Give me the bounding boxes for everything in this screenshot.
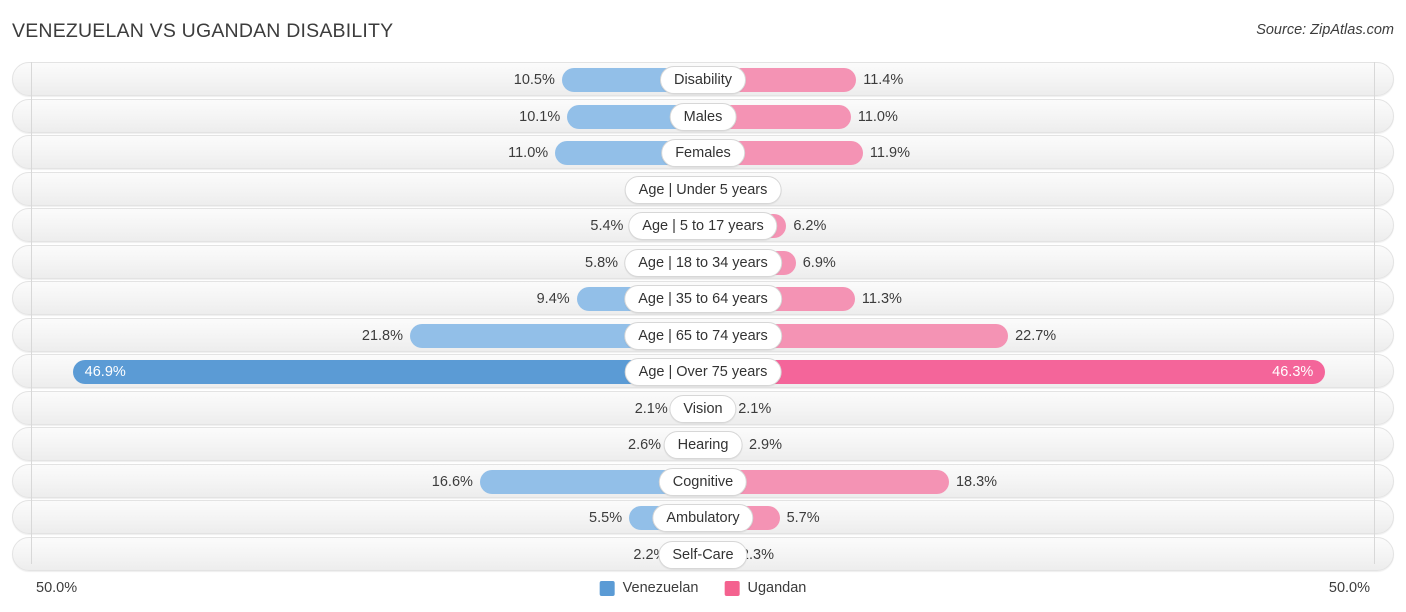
chart-row: 2.2% 2.3% Self-Care (12, 536, 1394, 571)
chart-row: 10.1% 11.0% Males (12, 98, 1394, 133)
legend-swatch-icon (599, 580, 615, 596)
chart-legend: Venezuelan Ugandan (599, 580, 806, 596)
chart-row: 16.6% 18.3% Cognitive (12, 463, 1394, 498)
value-label-venezuelan: 16.6% (431, 473, 473, 490)
chart-row: 1.2%1.1%Age | Under 5 years (12, 171, 1394, 206)
axis-label-left: 50.0% (36, 580, 78, 596)
page-title: VENEZUELAN VS UGANDAN DISABILITY (12, 20, 394, 42)
category-label[interactable]: Age | Over 75 years (624, 358, 782, 386)
value-label-ugandan: 6.9% (802, 254, 836, 271)
chart-row: 2.1% 2.1% Vision (12, 390, 1394, 425)
category-label[interactable]: Hearing (663, 431, 743, 459)
chart-row-inner: 5.4% 6.2% Age | 5 to 17 years (13, 209, 1393, 241)
category-label[interactable]: Cognitive (658, 467, 748, 496)
chart-row: 21.8% 22.7% Age | 65 to 74 years (12, 317, 1394, 352)
chart-header: VENEZUELAN VS UGANDAN DISABILITY Source:… (0, 0, 1406, 62)
chart-row: 11.0% 11.9% Females (12, 135, 1394, 169)
chart-row-inner: 11.0% 11.9% Females (13, 136, 1393, 168)
value-label-ugandan: 5.7% (786, 510, 820, 526)
chart-row-inner: 10.1% 11.0% Males (13, 100, 1393, 132)
chart-row: 5.8% 6.9% Age | 18 to 34 years (12, 244, 1394, 279)
category-label[interactable]: Females (661, 139, 745, 167)
value-label-venezuelan: 5.4% (590, 218, 624, 234)
value-label-ugandan: 46.3% (1272, 364, 1314, 380)
chart-row-inner: 1.2%1.1%Age | Under 5 years (13, 173, 1393, 205)
legend-swatch-icon (724, 580, 740, 596)
legend-label: Venezuelan (622, 580, 699, 596)
value-label-venezuelan: 11.0% (508, 145, 549, 161)
category-label[interactable]: Age | 5 to 17 years (628, 212, 778, 240)
value-label-ugandan: 22.7% (1015, 327, 1057, 344)
category-label[interactable]: Disability (659, 66, 747, 94)
chart-plot-area: 10.5% 11.4% Disability 10.1% 11.0% Males 11.0%… (0, 62, 1406, 572)
value-label-venezuelan: 2.6% (628, 437, 662, 453)
chart-row-inner: 2.6% 2.9% Hearing (13, 428, 1393, 460)
value-label-ugandan: 11.9% (869, 145, 910, 161)
chart-row: 10.5% 11.4% Disability (12, 62, 1394, 96)
value-label-venezuelan: 2.1% (634, 400, 668, 417)
value-label-ugandan: 2.9% (748, 437, 783, 453)
chart-row: 46.9% 46.3% Age | Over 75 years (12, 354, 1394, 388)
bar-ugandan (703, 360, 1326, 384)
value-label-venezuelan: 5.8% (585, 254, 619, 271)
category-label[interactable]: Age | 65 to 74 years (624, 321, 782, 350)
value-label-ugandan: 6.2% (793, 218, 827, 234)
category-label[interactable]: Ambulatory (652, 504, 754, 532)
chart-row-inner: 46.9% 46.3% Age | Over 75 years (13, 355, 1393, 387)
value-label-ugandan: 11.4% (863, 72, 904, 88)
axis-label-right: 50.0% (1328, 580, 1370, 596)
chart-row-inner: 5.8% 6.9% Age | 18 to 34 years (13, 246, 1393, 278)
category-label[interactable]: Age | Under 5 years (624, 175, 782, 204)
chart-footer: 50.0% 50.0% Venezuelan Ugandan (0, 572, 1406, 612)
legend-item[interactable]: Venezuelan (599, 580, 699, 596)
value-label-ugandan: 11.0% (857, 108, 898, 125)
value-label-venezuelan: 46.9% (84, 364, 126, 380)
category-label[interactable]: Vision (669, 394, 737, 423)
chart-row-inner: 5.5% 5.7% Ambulatory (13, 501, 1393, 533)
value-label-ugandan: 11.3% (861, 291, 902, 307)
category-label[interactable]: Males (669, 102, 737, 131)
source-attribution: Source: ZipAtlas.com (1256, 22, 1394, 38)
value-label-venezuelan: 10.5% (513, 72, 555, 88)
chart-row: 5.4% 6.2% Age | 5 to 17 years (12, 208, 1394, 242)
chart-row-inner: 10.5% 11.4% Disability (13, 63, 1393, 95)
legend-item[interactable]: Ugandan (724, 580, 806, 596)
chart-row: 9.4% 11.3% Age | 35 to 64 years (12, 281, 1394, 315)
chart-row-inner: 16.6% 18.3% Cognitive (13, 465, 1393, 497)
value-label-venezuelan: 5.5% (589, 510, 623, 526)
chart-row: 5.5% 5.7% Ambulatory (12, 500, 1394, 534)
bar-venezuelan (72, 360, 703, 384)
value-label-ugandan: 2.1% (738, 400, 772, 417)
chart-row-inner: 21.8% 22.7% Age | 65 to 74 years (13, 319, 1393, 351)
chart-row: 2.6% 2.9% Hearing (12, 427, 1394, 461)
chart-row-inner: 9.4% 11.3% Age | 35 to 64 years (13, 282, 1393, 314)
legend-label: Ugandan (747, 580, 807, 596)
category-label[interactable]: Self-Care (658, 540, 748, 569)
value-label-venezuelan: 9.4% (536, 291, 570, 307)
category-label[interactable]: Age | 35 to 64 years (624, 285, 782, 313)
chart-row-inner: 2.1% 2.1% Vision (13, 392, 1393, 424)
value-label-ugandan: 18.3% (955, 473, 998, 490)
value-label-venezuelan: 10.1% (519, 108, 561, 125)
chart-page: VENEZUELAN VS UGANDAN DISABILITY Source:… (0, 0, 1406, 612)
chart-row-inner: 2.2% 2.3% Self-Care (13, 538, 1393, 570)
value-label-venezuelan: 21.8% (361, 327, 404, 344)
category-label[interactable]: Age | 18 to 34 years (624, 248, 782, 277)
